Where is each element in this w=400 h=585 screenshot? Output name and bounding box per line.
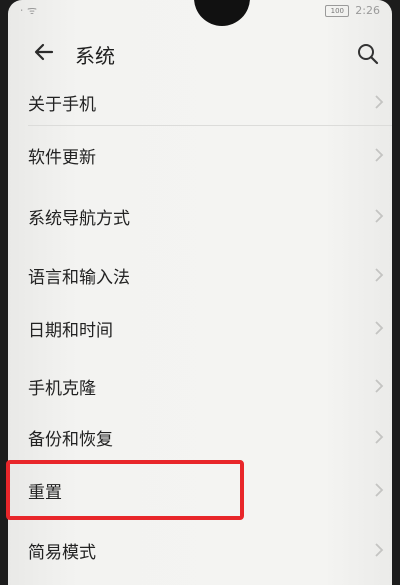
page-title: 系统 <box>75 44 115 68</box>
chevron-right-icon <box>375 95 384 109</box>
chevron-right-icon <box>375 430 384 444</box>
battery-icon: 100 <box>325 4 350 17</box>
menu-item-label: 系统导航方式 <box>28 209 130 229</box>
menu-item-about-phone[interactable]: 关于手机 <box>8 76 392 126</box>
app-bar: 系统 <box>8 32 392 76</box>
menu-item-label: 手机克隆 <box>28 379 96 399</box>
menu-item-label: 关于手机 <box>28 95 96 115</box>
divider <box>28 125 392 126</box>
chevron-right-icon <box>375 321 384 335</box>
status-bar-left: ⋅ ᯤ <box>20 3 37 18</box>
chevron-right-icon <box>375 543 384 557</box>
signal-wifi-icon: ⋅ ᯤ <box>20 4 38 17</box>
camera-notch <box>194 0 250 26</box>
phone-frame: ⋅ ᯤ 100 2:26 系统 关于手机 软件更新 系统导航方式 语言和输入法 … <box>0 0 400 585</box>
menu-item-software-update[interactable]: 软件更新 <box>8 129 392 179</box>
menu-item-language-input[interactable]: 语言和输入法 <box>8 249 392 299</box>
chevron-right-icon <box>375 209 384 223</box>
menu-item-label: 简易模式 <box>28 543 96 563</box>
menu-item-simple-mode[interactable]: 简易模式 <box>8 524 392 574</box>
menu-item-navigation[interactable]: 系统导航方式 <box>8 190 392 240</box>
menu-item-label: 语言和输入法 <box>28 268 130 288</box>
chevron-right-icon <box>375 268 384 282</box>
menu-item-phone-clone[interactable]: 手机克隆 <box>8 360 392 410</box>
menu-item-label: 软件更新 <box>28 148 96 168</box>
search-icon[interactable] <box>356 42 380 66</box>
status-bar-right: 100 2:26 <box>325 4 380 17</box>
reset-highlight-box <box>6 460 244 520</box>
chevron-right-icon <box>375 483 384 497</box>
menu-item-backup-restore[interactable]: 备份和恢复 <box>8 411 392 461</box>
menu-item-label: 日期和时间 <box>28 321 113 341</box>
chevron-right-icon <box>375 379 384 393</box>
status-time: 2:26 <box>355 4 380 17</box>
menu-item-date-time[interactable]: 日期和时间 <box>8 302 392 352</box>
chevron-right-icon <box>375 148 384 162</box>
back-arrow-icon[interactable] <box>30 38 58 66</box>
menu-item-label: 备份和恢复 <box>28 430 113 450</box>
